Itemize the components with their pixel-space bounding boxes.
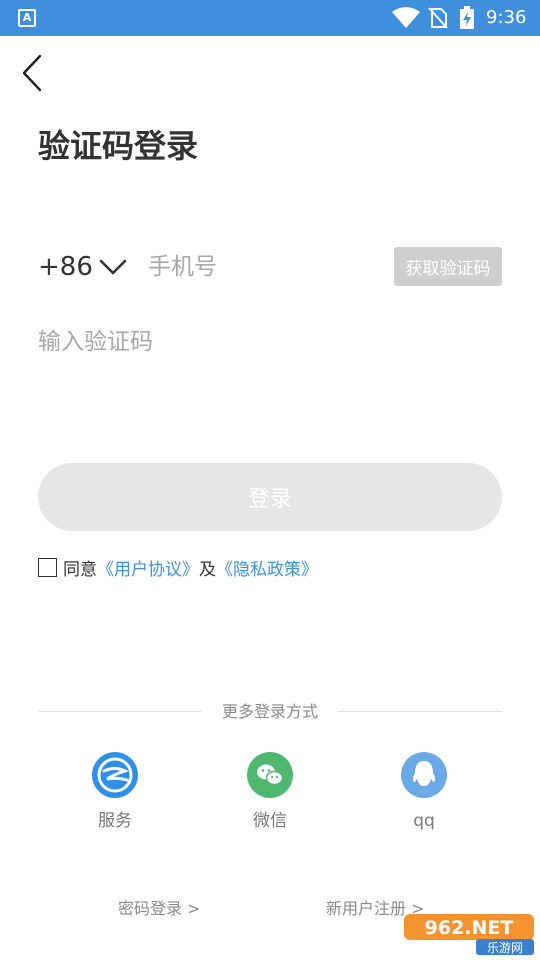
- page-title: 验证码登录: [38, 127, 199, 165]
- country-code-label: +86: [38, 252, 93, 282]
- agreement-prefix: 同意: [63, 559, 97, 580]
- phone-number-input[interactable]: [148, 248, 378, 286]
- battery-charging-icon: [460, 6, 474, 29]
- clock-time: 9:36: [486, 7, 527, 28]
- site-watermark-logo: 962.NET 乐游网: [402, 910, 536, 956]
- privacy-policy-link[interactable]: 《隐私政策》: [216, 555, 318, 580]
- qq-login-button[interactable]: qq: [379, 752, 469, 832]
- qq-login-label: qq: [413, 811, 435, 831]
- more-login-label: 更多登录方式: [221, 702, 318, 721]
- watermark-bottom-text: 乐游网: [487, 941, 523, 955]
- chevron-down-icon: [99, 259, 127, 275]
- password-login-link[interactable]: 密码登录 >: [118, 898, 201, 920]
- user-agreement-link[interactable]: 《用户协议》: [97, 555, 199, 580]
- service-icon: [92, 752, 138, 798]
- verification-code-input[interactable]: [38, 322, 502, 362]
- back-button[interactable]: [18, 52, 54, 94]
- divider-line-right: [338, 711, 502, 712]
- get-verification-code-button[interactable]: 获取验证码: [394, 247, 502, 286]
- wechat-login-button[interactable]: 微信: [225, 752, 315, 832]
- wechat-icon: [247, 752, 293, 798]
- country-code-selector[interactable]: +86: [38, 250, 127, 284]
- no-sim-icon: [428, 7, 448, 29]
- login-button[interactable]: 登录: [38, 463, 502, 531]
- qq-icon: [401, 752, 447, 798]
- status-bar: A 9:36: [0, 0, 540, 36]
- app-icon: A: [18, 9, 36, 27]
- wifi-icon: [392, 7, 420, 28]
- agreement-and: 及: [199, 559, 216, 580]
- watermark-top-text: 962.NET: [425, 917, 514, 939]
- service-login-label: 服务: [98, 811, 132, 831]
- more-login-divider: 更多登录方式: [38, 700, 502, 724]
- service-login-button[interactable]: 服务: [70, 752, 160, 832]
- chevron-left-icon: [22, 54, 42, 92]
- wechat-login-label: 微信: [253, 811, 287, 831]
- agreement-row: 同意 《用户协议》 及 《隐私政策》: [38, 555, 318, 580]
- agreement-checkbox[interactable]: [38, 557, 57, 577]
